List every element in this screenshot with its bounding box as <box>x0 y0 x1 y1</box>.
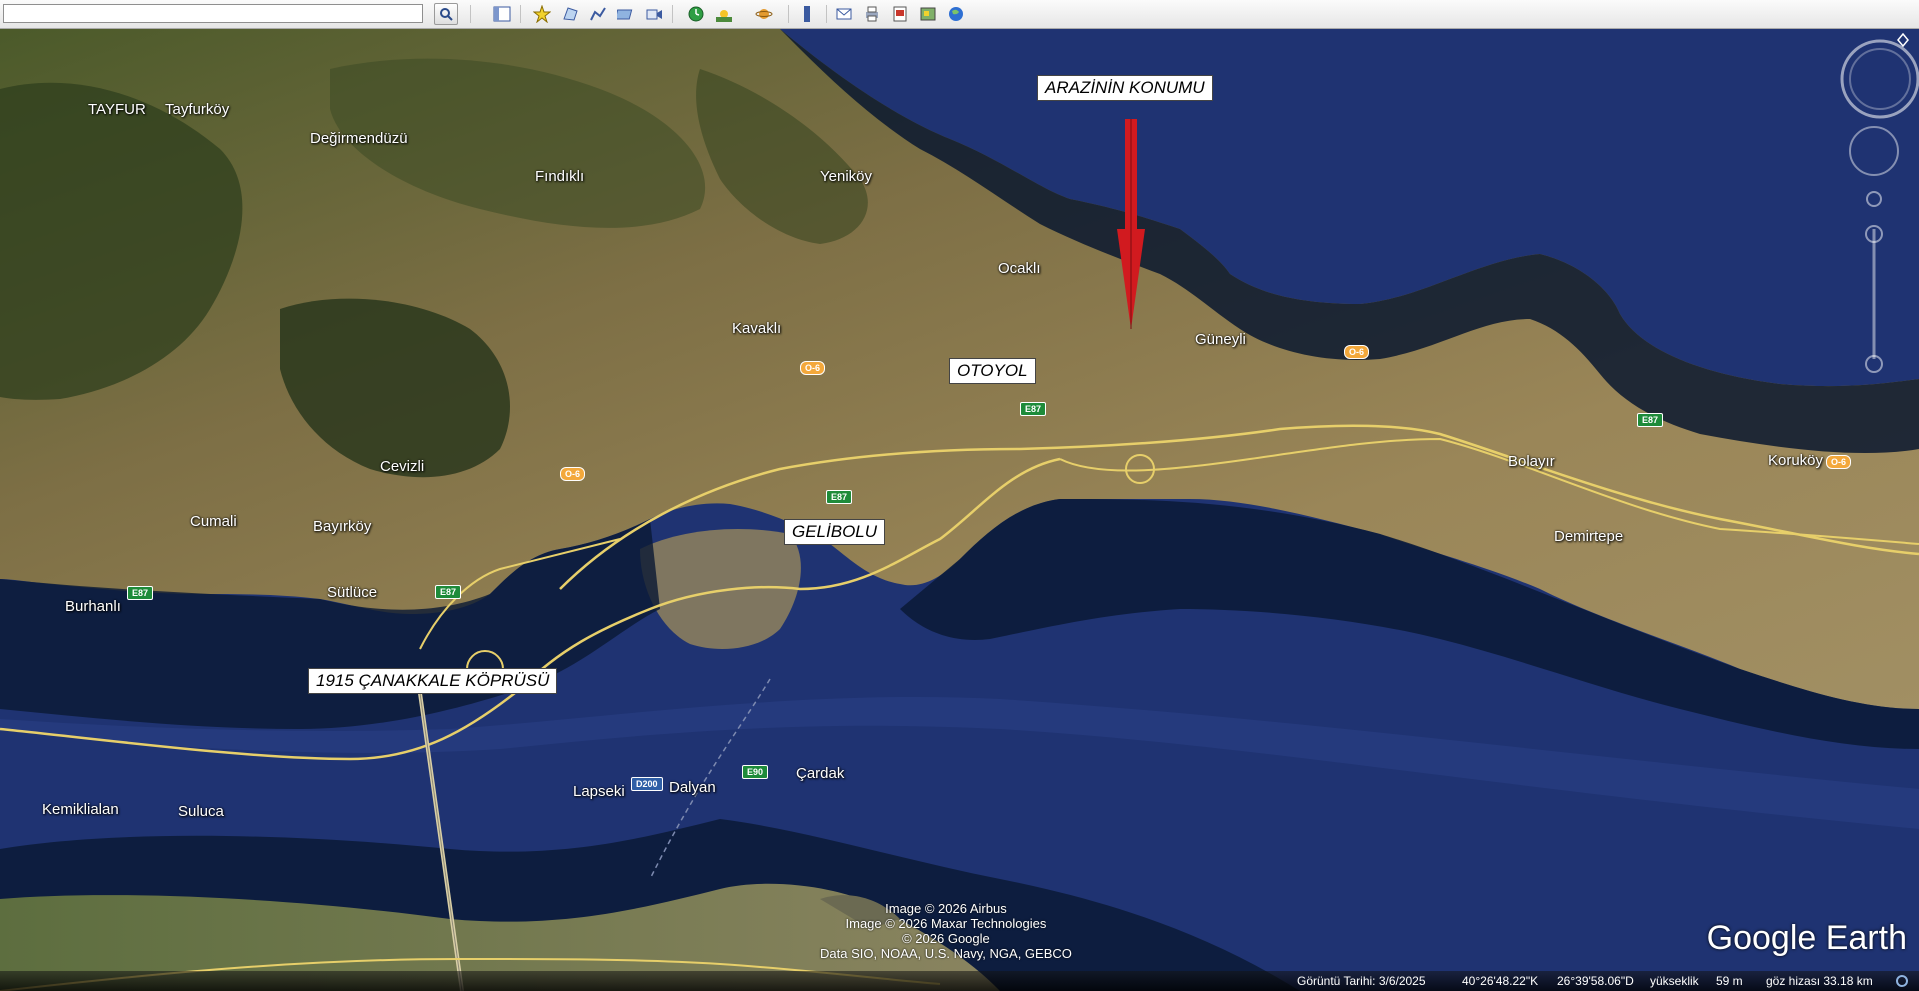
callout-otoyol: OTOYOL <box>949 358 1036 384</box>
road-shield: O-6 <box>1826 455 1852 469</box>
north-up-icon[interactable] <box>1896 32 1910 48</box>
toolbar-separator <box>672 5 673 23</box>
path-button[interactable] <box>586 3 610 25</box>
imagery-credits: Image © 2026 Airbus Image © 2026 Maxar T… <box>820 901 1072 961</box>
image-overlay-icon <box>617 9 633 20</box>
place-label: Kemiklialan <box>42 801 119 818</box>
map-view[interactable]: TAYFUR Tayfurköy Değirmendüzü Fındıklı Y… <box>0 29 1919 991</box>
place-label: Kavaklı <box>732 320 782 337</box>
place-label: Lapseki <box>573 783 625 800</box>
map-icon <box>920 7 936 21</box>
callout-arazi: ARAZİNİN KONUMU <box>1037 75 1213 101</box>
satellite-imagery <box>0 29 1919 991</box>
elevation: 59 m <box>1716 974 1743 988</box>
road-shield: D200 <box>631 777 663 791</box>
google-earth-logo: Google Earth <box>1706 919 1907 957</box>
credit-line: Data SIO, NOAA, U.S. Navy, NGA, GEBCO <box>820 946 1072 961</box>
road-shield: E90 <box>742 765 769 779</box>
road-shield: E87 <box>435 585 462 599</box>
credit-line: © 2026 Google <box>902 931 990 946</box>
road-shield: E87 <box>1020 402 1047 416</box>
historical-imagery-button[interactable] <box>684 3 708 25</box>
look-joystick[interactable] <box>1842 41 1918 117</box>
placemark-button[interactable] <box>530 3 554 25</box>
credit-line: Image © 2026 Maxar Technologies <box>845 916 1047 931</box>
polygon-icon <box>563 7 578 21</box>
place-label: Suluca <box>178 803 224 820</box>
sidebar-icon <box>493 6 511 22</box>
toolbar-separator <box>520 5 521 23</box>
status-bar: Görüntü Tarihi: 3/6/2025 40°26'48.22"K 2… <box>0 971 1919 991</box>
email-icon <box>836 8 852 20</box>
sunlight-icon <box>716 10 732 22</box>
zoom-slider[interactable] <box>1864 224 1884 374</box>
print-button[interactable] <box>860 3 884 25</box>
eye-altitude: göz hizası 33.18 km <box>1766 974 1873 988</box>
place-label: Tayfurköy <box>165 101 230 118</box>
callout-gelibolu: GELİBOLU <box>784 519 886 545</box>
view-in-maps-button[interactable] <box>916 3 940 25</box>
road-shield: E87 <box>127 586 154 600</box>
place-label: Ocaklı <box>998 260 1041 277</box>
path-icon <box>590 7 606 21</box>
place-label: Çardak <box>796 765 845 782</box>
road-shield: E87 <box>1637 413 1664 427</box>
sidebar-toggle-button[interactable] <box>490 3 514 25</box>
record-tour-icon <box>646 9 662 20</box>
longitude: 26°39'58.06"D <box>1557 974 1634 988</box>
ruler-button[interactable] <box>795 3 819 25</box>
place-label: Koruköy <box>1768 452 1824 469</box>
earth-icon <box>949 7 963 21</box>
record-tour-button[interactable] <box>642 3 666 25</box>
move-joystick[interactable] <box>1850 127 1898 175</box>
toolbar-separator <box>826 5 827 23</box>
place-label: Güneyli <box>1195 331 1246 348</box>
earth-button[interactable] <box>944 3 968 25</box>
place-label: Demirtepe <box>1554 528 1624 545</box>
place-label: TAYFUR <box>88 101 146 118</box>
road-shield: O-6 <box>560 467 586 481</box>
planets-button[interactable] <box>752 3 776 25</box>
latitude: 40°26'48.22"K <box>1462 974 1539 988</box>
ruler-icon <box>804 6 810 22</box>
place-label: Değirmendüzü <box>310 130 408 147</box>
toolbar-separator <box>470 5 471 23</box>
elevation-label: yükseklik <box>1650 974 1699 988</box>
place-label: Sütlüce <box>327 584 378 601</box>
place-label: Yeniköy <box>820 168 872 185</box>
email-button[interactable] <box>832 3 856 25</box>
place-label: Bolayır <box>1508 453 1555 470</box>
road-shield: O-6 <box>1344 345 1370 359</box>
search-icon <box>440 8 453 21</box>
search-input[interactable] <box>3 4 423 23</box>
place-label: Bayırköy <box>313 518 372 535</box>
imagery-date: Görüntü Tarihi: 3/6/2025 <box>1297 974 1426 988</box>
road-shield: O-6 <box>800 361 826 375</box>
placemark-icon <box>533 5 551 23</box>
place-label: Dalyan <box>669 779 716 796</box>
streaming-icon <box>1896 975 1908 987</box>
search-button[interactable] <box>434 3 458 25</box>
save-image-button[interactable] <box>888 3 912 25</box>
planet-icon <box>755 9 773 19</box>
street-view-pegman-icon[interactable] <box>1866 189 1882 209</box>
print-icon <box>866 6 878 22</box>
save-image-icon <box>893 6 907 22</box>
place-label: Fındıklı <box>535 168 585 185</box>
place-label: Cevizli <box>380 458 425 475</box>
toolbar-separator <box>788 5 789 23</box>
road-shield: E87 <box>826 490 853 504</box>
clock-icon <box>688 6 704 22</box>
sunlight-button[interactable] <box>712 3 736 25</box>
toolbar <box>0 0 1919 29</box>
image-overlay-button[interactable] <box>614 3 638 25</box>
credit-line: Image © 2026 Airbus <box>885 901 1007 916</box>
place-label: Cumali <box>190 513 237 530</box>
polygon-button[interactable] <box>558 3 582 25</box>
callout-kopru: 1915 ÇANAKKALE KÖPRÜSÜ <box>308 668 558 694</box>
place-label: Burhanlı <box>65 598 121 615</box>
